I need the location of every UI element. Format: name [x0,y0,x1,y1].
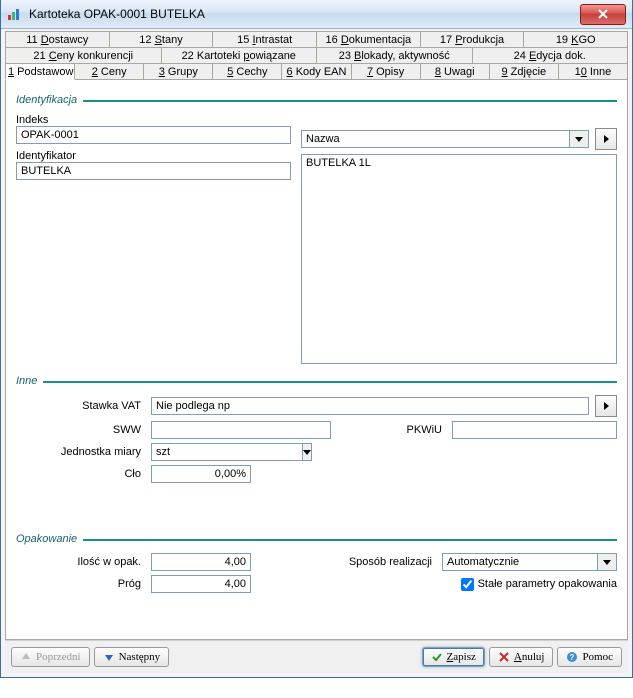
label-indeks: Indeks [16,114,291,126]
button-label: Poprzedni [36,651,81,663]
arrow-right-icon [604,402,609,410]
input-clo[interactable] [151,465,251,483]
tab-podstawowe[interactable]: 1 Podstawowe [5,64,75,80]
tab-produkcja[interactable]: 17 Produkcja [421,31,525,48]
tab-intrastat[interactable]: 15 Intrastat [213,31,317,48]
button-zapisz[interactable]: Zapisz [422,647,485,667]
tab-ceny[interactable]: 2 Ceny [75,64,144,80]
tab-edycja-dok[interactable]: 24 Edycja dok. [473,48,629,64]
tab-opisy[interactable]: 7 Opisy [352,64,421,80]
tab-dokumentacja[interactable]: 16 Dokumentacja [317,31,421,48]
label-identyfikator: Identyfikator [16,150,291,162]
label-pkwiu: PKWiU [392,424,446,436]
group-label: Inne [16,375,37,387]
button-label: Anuluj [514,651,545,663]
checkbox-stale-param[interactable]: Stałe parametry opakowania [461,578,617,591]
tab-row-2: 21 Ceny konkurencji 22 Kartoteki powiąza… [5,48,628,64]
tab-blokady[interactable]: 23 Blokady, aktywność [317,48,473,64]
stawka-vat-lookup-button[interactable] [595,395,617,417]
tab-grupy[interactable]: 3 Grupy [144,64,213,80]
group-opakowanie: Opakowanie [16,533,617,547]
group-line [83,539,617,541]
tab-kgo[interactable]: 19 KGO [524,31,628,48]
tab-uwagi[interactable]: 8 Uwagi [421,64,490,80]
label-jednostka: Jednostka miary [16,446,145,458]
window-title: Kartoteka OPAK-0001 BUTELKA [29,7,580,21]
button-pomoc[interactable]: ? Pomoc [557,647,622,667]
label-ilosc: Ilość w opak. [16,556,145,568]
chevron-down-icon [603,560,611,565]
label-stawka-vat: Stawka VAT [16,400,145,412]
input-identyfikator[interactable] [16,162,291,180]
tab-row-1: 11 Dostawcy 12 Stany 15 Intrastat 16 Dok… [5,31,628,48]
input-sww[interactable] [151,421,331,439]
checkbox-stale-param-label: Stałe parametry opakowania [478,578,617,590]
arrow-up-icon [20,651,32,663]
tab-inne[interactable]: 10 Inne [559,64,628,80]
app-window: Kartoteka OPAK-0001 BUTELKA 11 Dostawcy … [0,0,633,678]
input-pkwiu[interactable] [452,421,617,439]
input-indeks[interactable] [16,126,291,144]
group-label: Identyfikacja [16,94,77,106]
tab-kartoteki-powiazane[interactable]: 22 Kartoteki powiązane [162,48,318,64]
cancel-icon [498,651,510,663]
label-sww: SWW [16,424,145,436]
label-sposob: Sposób realizacji [349,556,436,568]
group-label: Opakowanie [16,533,77,545]
tab-cechy[interactable]: 5 Cechy [213,64,282,80]
app-icon [7,6,23,22]
input-jednostka[interactable] [151,443,302,461]
input-nazwa-selector[interactable] [301,130,569,148]
svg-text:?: ? [570,653,575,662]
chevron-down-icon [303,450,311,455]
input-sposob[interactable] [442,553,597,571]
jednostka-dropdown-button[interactable] [302,443,312,461]
button-poprzedni[interactable]: Poprzedni [11,647,90,667]
nazwa-dropdown-button[interactable] [569,130,589,148]
tab-dostawcy[interactable]: 11 Dostawcy [5,31,110,48]
button-label: Zapisz [447,651,476,663]
button-label: Pomoc [582,651,613,663]
input-ilosc[interactable] [151,553,251,571]
input-prog[interactable] [151,575,251,593]
close-button[interactable] [580,4,626,25]
group-line [83,100,617,102]
client-area: 11 Dostawcy 12 Stany 15 Intrastat 16 Dok… [1,29,632,677]
chevron-down-icon [575,137,583,142]
group-inne: Inne [16,375,617,389]
sposob-dropdown-button[interactable] [597,553,617,571]
help-icon: ? [566,651,578,663]
textarea-opis[interactable]: BUTELKA 1L [301,154,617,364]
input-stawka-vat[interactable] [151,397,589,415]
label-prog: Próg [16,578,145,590]
tab-row-3: 1 Podstawowe 2 Ceny 3 Grupy 5 Cechy 6 Ko… [5,64,628,80]
titlebar: Kartoteka OPAK-0001 BUTELKA [1,0,632,29]
nazwa-lookup-button[interactable] [595,128,617,150]
arrow-right-icon [604,135,609,143]
group-identyfikacja: Identyfikacja [16,94,617,108]
button-label: Następny [119,651,161,663]
button-nastepny[interactable]: Następny [94,647,170,667]
footer-toolbar: Poprzedni Następny Zapisz Anuluj ? Pomoc [5,640,628,673]
checkbox-stale-param-input[interactable] [461,578,474,591]
tab-zdjecie[interactable]: 9 Zdjęcie [490,64,559,80]
arrow-down-icon [103,651,115,663]
tab-ceny-konkurencji[interactable]: 21 Ceny konkurencji [5,48,162,64]
check-icon [431,651,443,663]
label-clo: Cło [16,468,145,480]
button-anuluj[interactable]: Anuluj [489,647,554,667]
tab-kody-ean[interactable]: 6 Kody EAN [282,64,351,80]
tab-panel-podstawowe: Identyfikacja Indeks Identyfikator [5,80,628,640]
group-line [43,381,617,383]
tab-stany[interactable]: 12 Stany [110,31,214,48]
